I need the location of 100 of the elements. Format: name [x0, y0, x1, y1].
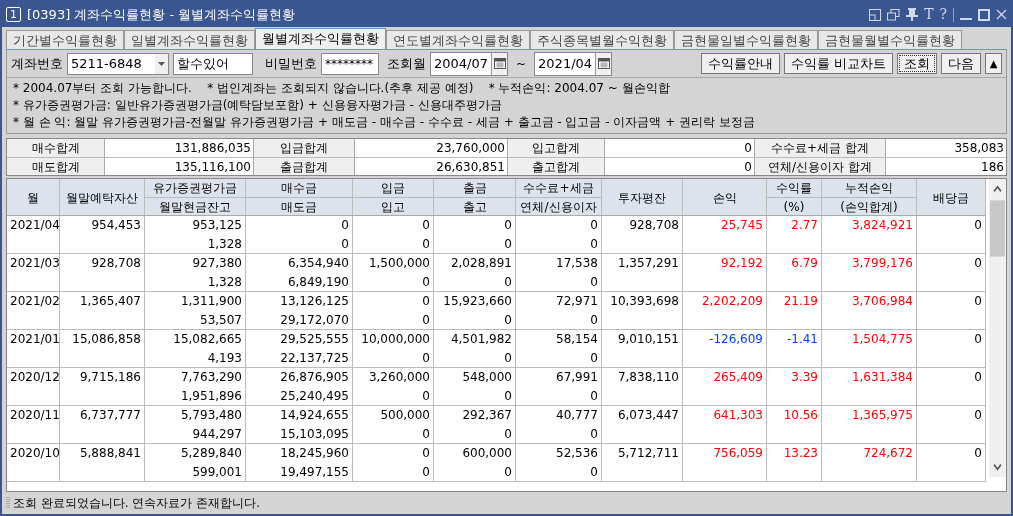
- table-cell-text: 92,192: [720, 255, 764, 272]
- table-cell-text: 0: [421, 350, 431, 367]
- calendar-button[interactable]: [491, 52, 507, 75]
- tab[interactable]: 기간별수익률현황: [6, 30, 124, 49]
- table-cell-text: 292,367: [461, 407, 513, 424]
- table-cell-text: 954,453: [90, 217, 142, 234]
- start-month-field[interactable]: 2004/07: [430, 51, 508, 76]
- account-name-field[interactable]: 할수있어: [173, 52, 253, 75]
- column-header: 월: [26, 190, 40, 207]
- toolbar-glyph[interactable]: T: [924, 4, 934, 25]
- table-cell-text: 15,923,660: [442, 293, 513, 310]
- table-cell-text: 928,708: [90, 255, 142, 272]
- maximize-icon[interactable]: [978, 8, 990, 21]
- calendar-button[interactable]: [595, 52, 612, 75]
- table-cell-text: 25,745: [720, 217, 764, 234]
- toolbar-button[interactable]: 조회: [897, 53, 937, 74]
- table-cell-text: 15,086,858: [71, 331, 142, 348]
- table-cell-text: 4,193: [206, 350, 243, 367]
- table-cell-text: 2,028,891: [449, 255, 513, 272]
- summary-value: 358,083: [953, 140, 1005, 157]
- table-cell-text: 1,357,291: [616, 255, 680, 272]
- end-month-field[interactable]: 2021/04: [534, 51, 613, 76]
- duplicate-window-icon[interactable]: [887, 8, 901, 21]
- toolbar-button[interactable]: 수익률안내: [700, 53, 780, 74]
- table-cell-text: 67,991: [555, 369, 599, 386]
- table-cell-text: 928,708: [628, 217, 680, 234]
- table-cell-text: 953,125: [191, 217, 243, 234]
- column-header: 연체/신용이자: [519, 199, 598, 216]
- table-cell-text: 500,000: [379, 407, 431, 424]
- table-cell-text: 0: [421, 217, 431, 234]
- table-cell-text: 2020/10: [9, 445, 59, 462]
- table-cell-text: 40,777: [555, 407, 599, 424]
- table-cell-text: 0: [973, 217, 983, 234]
- account-dropdown[interactable]: 5211-6848: [67, 52, 169, 75]
- tab[interactable]: 금현물일별수익률현황: [674, 30, 818, 49]
- tab[interactable]: 연도별계좌수익률현황: [386, 30, 530, 49]
- table-cell-text: 944,297: [191, 426, 243, 443]
- table-cell-text: 265,409: [712, 369, 764, 386]
- table-cell-text: 641,303: [712, 407, 764, 424]
- table-cell-text: 0: [503, 217, 513, 234]
- table-cell-text: 0: [973, 445, 983, 462]
- toolbar-button[interactable]: 다음: [941, 53, 981, 74]
- table-cell-text: 6,354,940: [286, 255, 350, 272]
- column-header: 입고: [380, 199, 406, 216]
- table-cell-text: 14,924,655: [279, 407, 350, 424]
- table-cell-text: 15,103,095: [279, 426, 350, 443]
- table-cell-text: 0: [589, 350, 599, 367]
- table-cell-text: 1,328: [206, 274, 243, 291]
- password-label: 비밀번호: [265, 54, 317, 73]
- tab[interactable]: 주식종목별월수익현황: [530, 30, 674, 49]
- collapse-button[interactable]: ▲: [985, 53, 1002, 74]
- end-month-value: 2021/04: [537, 54, 594, 73]
- password-field[interactable]: ********: [321, 52, 379, 75]
- toolbar-button[interactable]: 수익률 비교차트: [783, 53, 893, 74]
- table-cell-text: 3,824,921: [850, 217, 914, 234]
- summary-label: 입고합계: [508, 139, 605, 157]
- note-text: * 월 손 익: 월말 유가증권평가금-전월말 유가증권평가금 + 매도금 - 매수금 - 수수료 - 세금 + 출고금 - 입고금 - 이자금액 + 권리락 보정금: [13, 114, 756, 131]
- summary-label: 출고합계: [508, 158, 605, 175]
- table-cell-text: 1,365,407: [78, 293, 142, 310]
- tab[interactable]: 일별계좌수익률현황: [124, 30, 255, 49]
- table-cell-text: 18,245,960: [279, 445, 350, 462]
- table-cell-text: 3,799,176: [850, 255, 914, 272]
- table-cell-text: 13.23: [782, 445, 819, 462]
- table-cell-text: 29,172,070: [279, 312, 350, 329]
- table-cell-text: 0: [421, 464, 431, 481]
- table-cell-text: -126,609: [708, 331, 764, 348]
- tab[interactable]: 금현물월별수익률현황: [818, 30, 962, 49]
- table-cell-text: 10,000,000: [360, 331, 431, 348]
- scrollbar[interactable]: [989, 179, 1006, 477]
- table-cell-text: 0: [973, 255, 983, 272]
- close-icon[interactable]: [996, 9, 1007, 20]
- table-cell-text: 58,154: [555, 331, 599, 348]
- table-cell-text: 1,365,975: [850, 407, 914, 424]
- summary-label: 매수합계: [7, 139, 105, 157]
- toolbar-glyph[interactable]: ?: [939, 4, 947, 25]
- table-cell-text: 5,793,480: [179, 407, 243, 424]
- calendar-icon: [493, 58, 506, 69]
- table-cell-text: 1,951,896: [179, 388, 243, 405]
- tab[interactable]: 월별계좌수익률현황: [255, 28, 386, 49]
- table-cell-text: 6.79: [790, 255, 819, 272]
- summary-label: 연체/신용이자 합계: [755, 158, 886, 175]
- window-layout-icon[interactable]: [869, 8, 882, 21]
- table-cell-text: 2020/12: [9, 369, 59, 386]
- table-cell-text: 6,737,777: [78, 407, 142, 424]
- table-cell-text: 52,536: [555, 445, 599, 462]
- table-cell-text: 2020/11: [9, 407, 59, 424]
- summary-label: 출금합계: [254, 158, 355, 175]
- table-cell-text: 9,715,186: [78, 369, 142, 386]
- table-cell-text: 7,838,110: [616, 369, 680, 386]
- table-cell-text: 5,712,711: [616, 445, 680, 462]
- table-cell-text: 0: [973, 369, 983, 386]
- table-cell-text: 0: [503, 388, 513, 405]
- table-cell-text: 2,202,209: [700, 293, 764, 310]
- table-cell-text: 1,311,900: [179, 293, 243, 310]
- table-cell-text: 2021/04: [9, 217, 59, 234]
- table-cell-text: 5,289,840: [179, 445, 243, 462]
- pin-icon[interactable]: [906, 8, 919, 21]
- table-cell-text: 25,240,495: [279, 388, 350, 405]
- table-cell-text: 2021/03: [9, 255, 59, 272]
- table-cell-text: 0: [973, 407, 983, 424]
